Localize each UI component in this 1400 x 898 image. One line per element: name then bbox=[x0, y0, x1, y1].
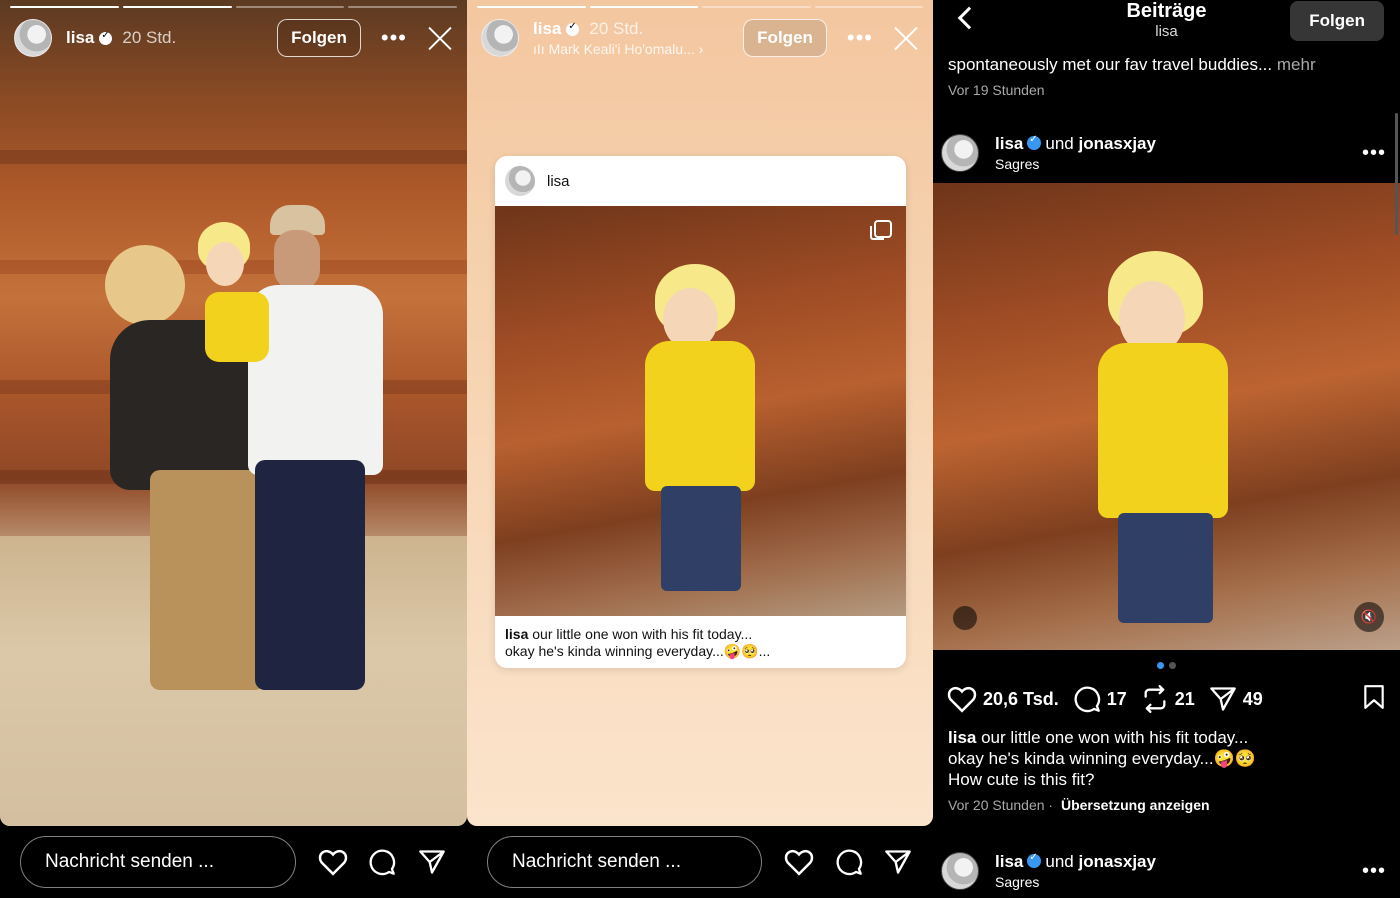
card-caption: lisa our little one won with his fit tod… bbox=[505, 626, 896, 660]
card-username: lisa bbox=[547, 172, 570, 190]
like-action[interactable]: 20,6 Tsd. bbox=[947, 685, 1059, 713]
post-actions: 20,6 Tsd. 17 21 49 bbox=[947, 683, 1386, 715]
send-icon bbox=[1209, 687, 1236, 711]
heart-icon[interactable] bbox=[318, 847, 348, 877]
repost-count: 21 bbox=[1174, 688, 1195, 709]
share-count: 49 bbox=[1242, 688, 1263, 709]
prev-caption-text: spontaneously met our fav travel buddies… bbox=[948, 55, 1273, 74]
scrollbar[interactable] bbox=[1395, 113, 1398, 235]
multiple-images-icon bbox=[870, 220, 892, 240]
collab-connector: und bbox=[1045, 134, 1074, 153]
next-post-header: lisa und jonasxjay Sagres ••• bbox=[941, 846, 1386, 896]
carousel-indicator bbox=[933, 662, 1400, 669]
more-link[interactable]: mehr bbox=[1277, 55, 1316, 74]
story-progress-bar bbox=[477, 6, 923, 8]
close-icon[interactable] bbox=[427, 25, 453, 51]
share-action[interactable]: 49 bbox=[1209, 686, 1263, 712]
story-username[interactable]: lisa bbox=[66, 28, 94, 48]
avatar bbox=[505, 166, 535, 196]
collab-username[interactable]: jonasxjay bbox=[1078, 852, 1156, 871]
previous-post-time: Vor 19 Stunden bbox=[948, 82, 1045, 98]
like-count: 20,6 Tsd. bbox=[983, 688, 1059, 709]
follow-button[interactable]: Folgen bbox=[743, 19, 827, 57]
comment-icon bbox=[1074, 686, 1100, 713]
verified-badge-icon bbox=[566, 21, 580, 36]
follow-button[interactable]: Folgen bbox=[1290, 1, 1384, 41]
story-reply-bar: Nachricht senden ... bbox=[0, 826, 467, 898]
story-photo[interactable]: lisa 20 Std. Folgen ••• bbox=[0, 0, 467, 826]
post-header: lisa und jonasxjay Sagres ••• bbox=[941, 128, 1386, 178]
muted-audio-icon[interactable]: 🔇 bbox=[1354, 602, 1384, 632]
send-icon[interactable] bbox=[417, 847, 447, 877]
comment-count: 17 bbox=[1106, 688, 1127, 709]
card-photo bbox=[495, 206, 906, 616]
chevron-right-icon: › bbox=[698, 41, 704, 57]
story-shared-post[interactable]: lisa 20 Std. ıIı Mark Keali'i Ho'omalu..… bbox=[467, 0, 933, 826]
repost-action[interactable]: 21 bbox=[1141, 685, 1195, 713]
comment-action[interactable]: 17 bbox=[1073, 685, 1127, 713]
avatar[interactable] bbox=[14, 19, 52, 57]
comment-icon[interactable] bbox=[368, 847, 398, 877]
caption-line2: okay he's kinda winning everyday...🤪🥺 bbox=[948, 749, 1256, 768]
send-icon[interactable] bbox=[883, 847, 913, 877]
comment-icon[interactable] bbox=[834, 847, 864, 877]
music-label[interactable]: ıIı Mark Keali'i Ho'omalu... › bbox=[533, 41, 703, 57]
more-dots-icon[interactable]: ••• bbox=[1362, 861, 1386, 881]
avatar[interactable] bbox=[941, 852, 979, 890]
verified-badge-icon bbox=[1027, 134, 1042, 150]
post-location[interactable]: Sagres bbox=[995, 874, 1156, 890]
post-username[interactable]: lisa bbox=[995, 852, 1023, 871]
more-dots-icon[interactable]: ••• bbox=[1362, 143, 1386, 163]
heart-icon[interactable] bbox=[784, 847, 814, 877]
verified-badge-icon bbox=[99, 30, 113, 45]
bookmark-icon[interactable] bbox=[1362, 684, 1386, 715]
verified-badge-icon bbox=[1027, 852, 1042, 868]
caption-line3: How cute is this fit? bbox=[948, 770, 1095, 789]
post-meta: Vor 20 Stunden · Übersetzung anzeigen bbox=[948, 797, 1210, 813]
music-title: Mark Keali'i Ho'omalu... bbox=[548, 41, 695, 57]
card-header: lisa bbox=[495, 156, 906, 206]
previous-post-caption: spontaneously met our fav travel buddies… bbox=[948, 55, 1316, 75]
close-icon[interactable] bbox=[893, 25, 919, 51]
caption-line1: our little one won with his fit today... bbox=[981, 728, 1249, 747]
story-panel-2: lisa 20 Std. ıIı Mark Keali'i Ho'omalu..… bbox=[467, 0, 933, 898]
feed-panel: Beiträge lisa Folgen spontaneously met o… bbox=[933, 0, 1400, 898]
story-progress-bar bbox=[10, 6, 457, 8]
follow-button[interactable]: Folgen bbox=[277, 19, 361, 57]
caption-text-line2: okay he's kinda winning everyday...🤪🥺... bbox=[505, 643, 771, 659]
story-header: lisa 20 Std. Folgen ••• bbox=[14, 18, 453, 58]
avatar[interactable] bbox=[941, 134, 979, 172]
translate-link[interactable]: Übersetzung anzeigen bbox=[1061, 797, 1210, 813]
message-input[interactable]: Nachricht senden ... bbox=[487, 836, 762, 888]
music-bars-icon: ıIı bbox=[533, 41, 545, 57]
repost-icon bbox=[1144, 685, 1166, 713]
post-username[interactable]: lisa bbox=[995, 134, 1023, 153]
shared-post-card[interactable]: lisa lisa our little one won with his fi… bbox=[495, 156, 906, 668]
more-dots-icon[interactable]: ••• bbox=[847, 27, 873, 49]
story-time: 20 Std. bbox=[589, 19, 644, 38]
caption-username[interactable]: lisa bbox=[948, 728, 976, 747]
caption-username: lisa bbox=[505, 626, 529, 642]
story-header: lisa 20 Std. ıIı Mark Keali'i Ho'omalu..… bbox=[481, 18, 919, 58]
message-input[interactable]: Nachricht senden ... bbox=[20, 836, 296, 888]
more-dots-icon[interactable]: ••• bbox=[381, 27, 407, 49]
caption-text: our little one won with his fit today... bbox=[532, 626, 753, 642]
tagged-people-icon[interactable] bbox=[953, 606, 977, 630]
post-caption: lisa our little one won with his fit tod… bbox=[948, 727, 1256, 790]
heart-icon bbox=[947, 686, 977, 713]
post-location[interactable]: Sagres bbox=[995, 156, 1156, 172]
story-time: 20 Std. bbox=[122, 28, 177, 47]
collab-connector: und bbox=[1045, 852, 1074, 871]
collab-username[interactable]: jonasxjay bbox=[1078, 134, 1156, 153]
avatar[interactable] bbox=[481, 19, 519, 57]
post-time: Vor 20 Stunden bbox=[948, 797, 1045, 813]
feed-header: Beiträge lisa Folgen bbox=[933, 0, 1400, 50]
story-panel-1: lisa 20 Std. Folgen ••• Nachricht senden… bbox=[0, 0, 467, 898]
story-reply-bar: Nachricht senden ... bbox=[467, 826, 933, 898]
story-username[interactable]: lisa bbox=[533, 19, 561, 39]
post-photo[interactable]: 🔇 bbox=[933, 183, 1400, 650]
